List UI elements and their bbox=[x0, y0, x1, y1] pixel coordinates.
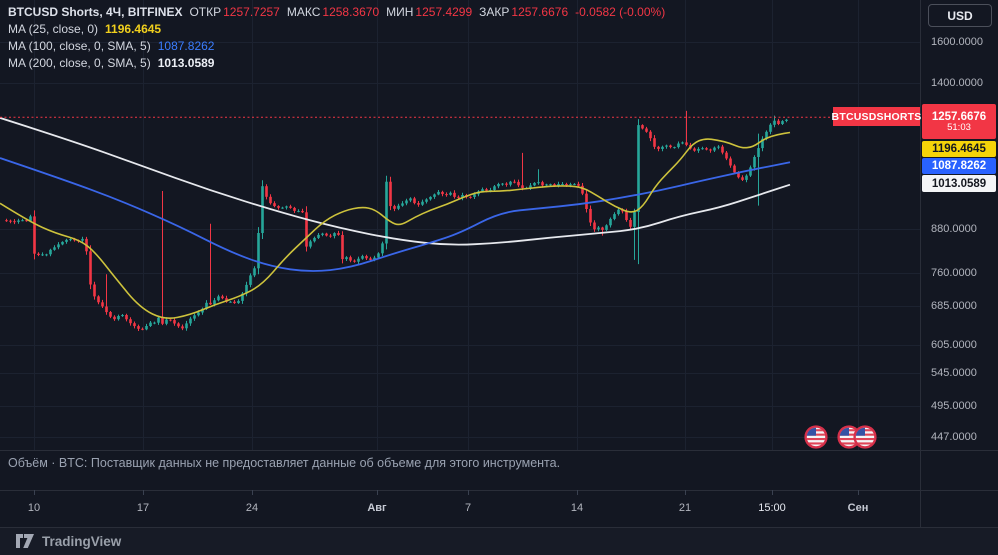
ohlc-high: МАКС 1258.3670 bbox=[286, 5, 380, 19]
legend-symbol-row[interactable]: BTCUSD Shorts, 4Ч, BITFINEX ОТКР 1257.72… bbox=[8, 4, 665, 21]
legend-ma100-row[interactable]: MA (100, close, 0, SMA, 5) 1087.8262 bbox=[8, 38, 665, 55]
tradingview-chart-window: BTCUSD Shorts, 4Ч, BITFINEX ОТКР 1257.72… bbox=[0, 0, 998, 555]
chart-canvas[interactable] bbox=[0, 0, 998, 555]
ma25-line bbox=[0, 131, 791, 319]
ma200-value: 1013.0589 bbox=[157, 56, 215, 70]
ma100-value: 1087.8262 bbox=[157, 39, 215, 53]
legend-ma25-row[interactable]: MA (25, close, 0) 1196.4645 bbox=[8, 21, 665, 38]
bar-countdown: 51:03 bbox=[947, 121, 971, 133]
price-tick-label: 1600.0000 bbox=[931, 36, 983, 48]
time-axis-label: 21 bbox=[678, 502, 692, 514]
ma25-price-label: 1196.4645 bbox=[922, 141, 996, 157]
time-axis-label: Сен bbox=[847, 502, 869, 514]
symbol-title: BTCUSD Shorts, 4Ч, BITFINEX bbox=[8, 5, 183, 19]
time-axis-label: 24 bbox=[245, 502, 259, 514]
time-axis-label: 10 bbox=[27, 502, 41, 514]
legend: BTCUSD Shorts, 4Ч, BITFINEX ОТКР 1257.72… bbox=[8, 4, 665, 72]
ma200-price-label: 1013.0589 bbox=[922, 175, 996, 192]
tradingview-logo-link[interactable]: TradingView bbox=[16, 534, 121, 549]
time-axis-label: 17 bbox=[136, 502, 150, 514]
price-change: -0.0582 (-0.00%) bbox=[575, 5, 666, 19]
ma100-line bbox=[0, 157, 791, 272]
ma100-price-label: 1087.8262 bbox=[922, 158, 996, 174]
price-tick-label: 545.0000 bbox=[931, 367, 977, 379]
price-tick-label: 605.0000 bbox=[931, 339, 977, 351]
price-tick-label: 447.0000 bbox=[931, 431, 977, 443]
legend-ma200-row[interactable]: MA (200, close, 0, SMA, 5) 1013.0589 bbox=[8, 55, 665, 72]
tradingview-logo-icon bbox=[16, 534, 34, 548]
brand-name: TradingView bbox=[42, 534, 122, 549]
price-axis[interactable]: USD 1600.0000 1400.0000 880.0000 760.0000 68… bbox=[920, 0, 998, 527]
time-axis-label: 15:00 bbox=[758, 502, 786, 514]
ohlc-open: ОТКР 1257.7257 bbox=[189, 5, 280, 19]
time-axis-label: 7 bbox=[464, 502, 472, 514]
price-tick-label: 760.0000 bbox=[931, 267, 977, 279]
time-axis-label: Авг bbox=[367, 502, 387, 514]
down-candle-bodies bbox=[5, 120, 780, 330]
economic-event-flag-icon[interactable] bbox=[804, 425, 828, 449]
ohlc-low: МИН 1257.4299 bbox=[386, 5, 473, 19]
time-axis[interactable]: 10 17 24 Авг 7 14 21 15:00 Сен bbox=[0, 490, 998, 527]
price-tick-label: 1400.0000 bbox=[931, 77, 983, 89]
price-tick-label: 495.0000 bbox=[931, 400, 977, 412]
last-price-tag: BTCUSDSHORTS bbox=[832, 107, 921, 126]
ohlc-close: ЗАКР 1257.6676 bbox=[479, 5, 569, 19]
ma25-value: 1196.4645 bbox=[105, 22, 162, 36]
volume-unavailable-note: Объём · BTC: Поставщик данных не предост… bbox=[8, 456, 561, 470]
price-tick-label: 880.0000 bbox=[931, 223, 977, 235]
footer-bar: TradingView bbox=[0, 528, 998, 555]
price-tick-label: 685.0000 bbox=[931, 300, 977, 312]
last-price-label: 1257.6676 51:03 bbox=[922, 104, 996, 139]
ma200-line bbox=[0, 117, 791, 246]
economic-event-flag-icon[interactable] bbox=[853, 425, 877, 449]
time-axis-label: 14 bbox=[570, 502, 584, 514]
currency-usd-button[interactable]: USD bbox=[928, 4, 992, 27]
